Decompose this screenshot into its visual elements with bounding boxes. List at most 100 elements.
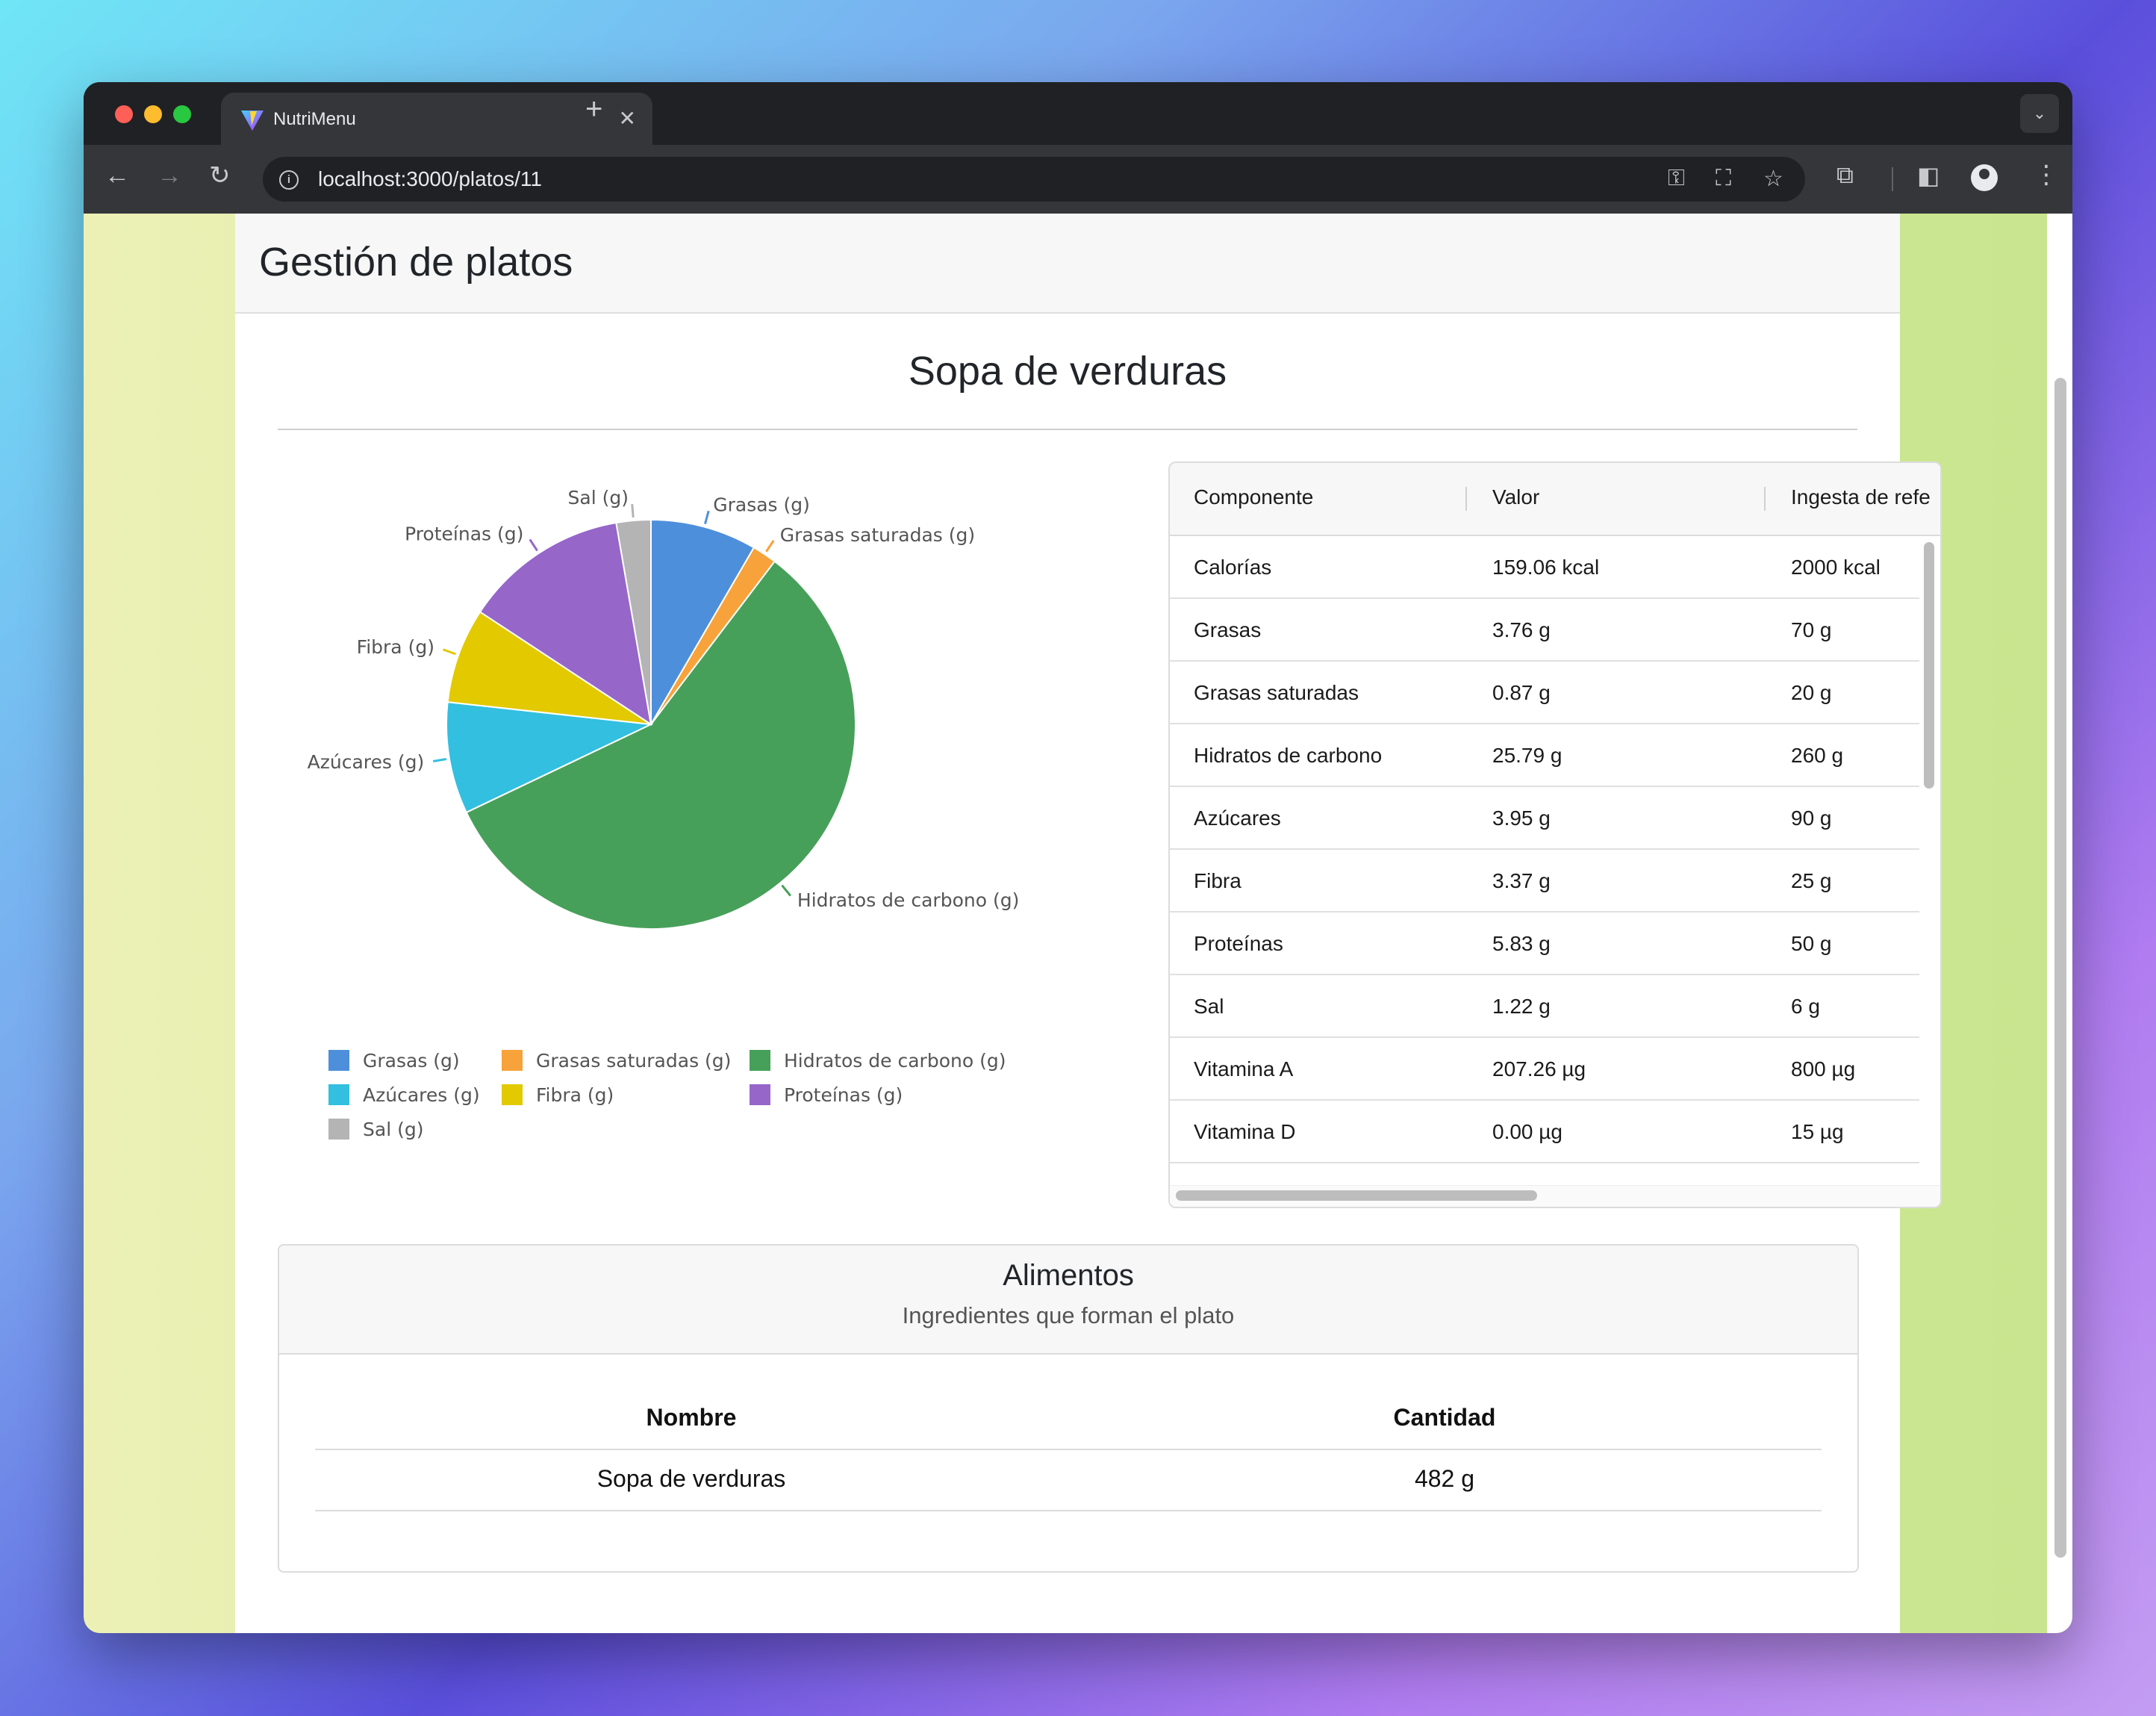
column-header-ingesta[interactable]: Ingesta de refe xyxy=(1791,485,1931,509)
label-leader-line xyxy=(631,503,635,518)
legend-item[interactable]: Proteínas (g) xyxy=(750,1084,903,1106)
page-viewport: Gestión de platos Sopa de verduras Grasa… xyxy=(84,214,2072,1633)
table-row[interactable]: Vitamina A 207.26 µg 800 µg xyxy=(1170,1038,1919,1101)
table-row[interactable]: Azúcares 3.95 g 90 g xyxy=(1170,787,1919,850)
nutrients-table: Componente Valor Ingesta de refe Caloría… xyxy=(1168,461,1942,1208)
cell-cantidad: 482 g xyxy=(1414,1465,1475,1492)
legend-item[interactable]: Grasas (g) xyxy=(328,1050,460,1072)
column-header-componente[interactable]: Componente xyxy=(1194,485,1313,509)
foods-title: Alimentos xyxy=(1003,1259,1134,1292)
table-row[interactable]: Sal 1.22 g 6 g xyxy=(1170,975,1919,1038)
cell-nombre: Sopa de verduras xyxy=(596,1465,786,1492)
cell-componente: Hidratos de carbono xyxy=(1194,744,1383,767)
cell-valor: 1.22 g xyxy=(1492,995,1551,1018)
slice-label: Proteínas (g) xyxy=(405,523,523,545)
table-horizontal-scrollbar[interactable] xyxy=(1176,1190,1537,1201)
main-card: Gestión de platos Sopa de verduras Grasa… xyxy=(235,214,1942,1633)
table-row[interactable] xyxy=(1170,1163,1919,1186)
column-resizer[interactable] xyxy=(1764,487,1766,511)
table-divider xyxy=(315,1449,1822,1450)
legend-item[interactable]: Grasas saturadas (g) xyxy=(502,1050,731,1072)
cell-ingesta: 90 g xyxy=(1791,806,1832,830)
slice-label: Grasas (g) xyxy=(713,494,810,516)
maximize-window-button[interactable] xyxy=(173,105,191,123)
table-horizontal-scroll-track xyxy=(1170,1185,1940,1207)
table-row[interactable]: Vitamina D 0.00 µg 15 µg xyxy=(1170,1101,1919,1163)
label-leader-line xyxy=(442,648,456,656)
site-info-icon[interactable]: i xyxy=(279,170,299,190)
cell-valor: 3.76 g xyxy=(1492,618,1551,641)
close-window-button[interactable] xyxy=(115,105,133,123)
slice-label: Grasas saturadas (g) xyxy=(780,524,975,546)
label-leader-line xyxy=(529,538,538,552)
table-row[interactable]: Fibra 3.37 g 25 g xyxy=(1170,850,1919,913)
label-leader-line xyxy=(781,884,792,897)
legend-item[interactable]: Azúcares (g) xyxy=(328,1084,480,1106)
label-leader-line xyxy=(765,539,775,553)
cell-valor: 3.37 g xyxy=(1492,869,1551,892)
nutrition-pie-chart: Grasas (g) Grasas saturadas (g) Hidratos d… xyxy=(278,460,1039,1147)
legend-swatch xyxy=(750,1084,770,1105)
legend-item[interactable]: Fibra (g) xyxy=(502,1084,614,1106)
label-leader-line xyxy=(704,510,710,525)
table-divider xyxy=(315,1510,1822,1511)
tab-title: NutriMenu xyxy=(273,109,356,129)
cell-valor: 5.83 g xyxy=(1492,932,1551,955)
legend-swatch xyxy=(502,1084,523,1105)
cell-componente: Grasas xyxy=(1194,618,1262,641)
cell-componente: Sal xyxy=(1194,995,1224,1018)
legend-label: Hidratos de carbono (g) xyxy=(784,1050,1006,1072)
page-scrollbar[interactable] xyxy=(2054,378,2066,1558)
column-resizer[interactable] xyxy=(1465,487,1467,511)
cell-ingesta: 800 µg xyxy=(1791,1057,1856,1081)
table-row[interactable]: Grasas 3.76 g 70 g xyxy=(1170,599,1919,662)
chevron-down-icon: ⌄ xyxy=(2032,104,2047,122)
cell-componente: Azúcares xyxy=(1194,806,1281,830)
side-panel-icon[interactable]: ◧ xyxy=(1917,161,1940,190)
cell-ingesta: 20 g xyxy=(1791,681,1832,704)
slice-label: Hidratos de carbono (g) xyxy=(797,889,1019,911)
column-header-valor[interactable]: Valor xyxy=(1492,485,1539,509)
profile-avatar-icon[interactable] xyxy=(1971,164,1998,191)
reload-icon[interactable]: ↻ xyxy=(209,163,231,188)
dish-title: Sopa de verduras xyxy=(908,349,1227,394)
table-row[interactable]: Hidratos de carbono 25.79 g 260 g xyxy=(1170,724,1919,787)
cell-valor: 3.95 g xyxy=(1492,806,1551,830)
slice-label: Azúcares (g) xyxy=(308,751,425,773)
legend-label: Grasas saturadas (g) xyxy=(536,1050,732,1072)
legend-item[interactable]: Sal (g) xyxy=(328,1119,423,1140)
legend-label: Sal (g) xyxy=(363,1119,424,1140)
column-header-nombre: Nombre xyxy=(646,1404,737,1431)
legend-item[interactable]: Hidratos de carbono (g) xyxy=(750,1050,1006,1072)
forward-arrow-icon[interactable]: → xyxy=(157,163,182,188)
extensions-icon[interactable]: ⧉ xyxy=(1836,161,1854,190)
legend-swatch xyxy=(328,1050,349,1071)
table-row[interactable]: Calorías 159.06 kcal 2000 kcal xyxy=(1170,536,1919,599)
new-tab-button[interactable]: + xyxy=(585,93,602,126)
legend-swatch xyxy=(750,1050,770,1071)
key-icon[interactable]: ⚿ xyxy=(1668,166,1685,191)
minimize-window-button[interactable] xyxy=(144,105,162,123)
url-text[interactable]: localhost:3000/platos/11 xyxy=(318,167,542,191)
page-scrollbar-track xyxy=(2047,214,2072,1633)
browser-window: NutriMenu ✕ + ⌄ ← → ↻ i localhost:3000/p… xyxy=(84,82,2072,1633)
close-tab-icon[interactable]: ✕ xyxy=(619,106,636,131)
address-bar[interactable]: i localhost:3000/platos/11 ⚿ ⛶ ☆ xyxy=(263,157,1805,202)
cell-ingesta: 2000 kcal xyxy=(1791,556,1881,579)
table-row[interactable]: Proteínas 5.83 g 50 g xyxy=(1170,913,1919,975)
cell-componente: Proteínas xyxy=(1194,932,1283,955)
cell-valor: 159.06 kcal xyxy=(1492,556,1600,579)
table-vertical-scrollbar[interactable] xyxy=(1924,542,1934,789)
legend-label: Proteínas (g) xyxy=(784,1084,903,1106)
bookmark-star-icon[interactable]: ☆ xyxy=(1763,166,1783,192)
cell-componente: Fibra xyxy=(1194,869,1241,892)
table-row[interactable]: Grasas saturadas 0.87 g 20 g xyxy=(1170,662,1919,724)
back-arrow-icon[interactable]: ← xyxy=(105,163,130,188)
foods-card-header: Alimentos Ingredientes que forman el pla… xyxy=(279,1246,1857,1355)
foods-subtitle: Ingredientes que forman el plato xyxy=(902,1302,1235,1328)
translate-icon[interactable]: ⛶ xyxy=(1716,166,1731,191)
cell-componente: Vitamina D xyxy=(1194,1120,1296,1143)
cell-ingesta: 70 g xyxy=(1791,618,1832,641)
tab-search-button[interactable]: ⌄ xyxy=(2020,94,2059,133)
more-menu-icon[interactable]: ⋮ xyxy=(2034,160,2059,190)
